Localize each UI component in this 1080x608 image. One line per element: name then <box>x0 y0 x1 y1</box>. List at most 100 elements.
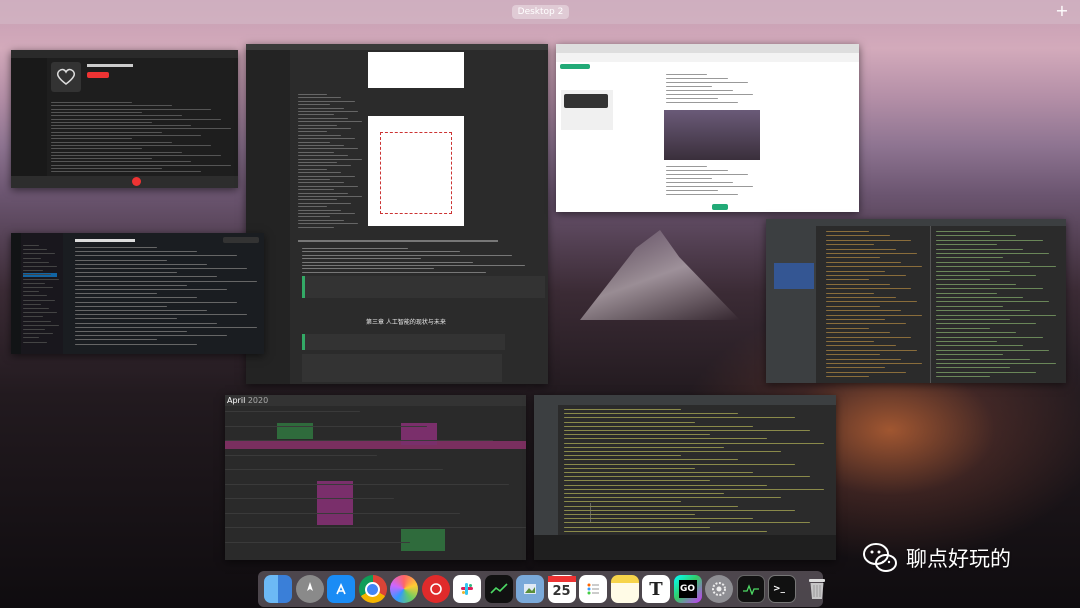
text-line <box>826 275 906 276</box>
text-line <box>51 115 182 117</box>
dock: 25 T GO >_ <box>258 571 825 607</box>
text-line <box>298 107 344 109</box>
text-line <box>23 287 53 288</box>
text-line <box>51 128 231 130</box>
text-line <box>826 323 906 325</box>
code-editor-window[interactable] <box>766 219 1066 383</box>
desktop-space-thumbnail[interactable]: Desktop 2 <box>512 5 569 19</box>
text-line <box>826 314 922 316</box>
text-line <box>666 182 733 183</box>
text-line <box>298 213 355 214</box>
text-line <box>51 154 221 156</box>
slack-icon[interactable] <box>453 575 481 603</box>
text-line <box>936 305 1003 307</box>
finder-icon[interactable] <box>264 575 292 603</box>
text-line <box>826 297 896 298</box>
text-line <box>75 263 207 265</box>
wechat-watermark: 聊点好玩的 <box>862 540 1011 576</box>
text-line <box>298 114 334 116</box>
text-line <box>666 170 728 171</box>
notes-icon[interactable] <box>610 575 639 603</box>
text-line <box>826 283 890 285</box>
text-line <box>298 128 351 129</box>
text-line <box>51 108 211 110</box>
text-line <box>75 310 207 311</box>
text-line <box>51 105 172 107</box>
text-line <box>826 288 911 290</box>
terminal-window[interactable] <box>534 395 836 560</box>
reminders-icon[interactable] <box>579 575 607 603</box>
article-editor-window[interactable]: 第三章 人工智能的现状与未来 <box>246 44 548 384</box>
browser-window[interactable] <box>556 44 859 212</box>
netease-music-icon[interactable] <box>421 575 450 603</box>
preview-icon[interactable] <box>516 575 544 603</box>
add-space-button[interactable]: + <box>1054 2 1070 20</box>
text-line <box>826 305 880 307</box>
text-line <box>826 239 911 241</box>
photos-icon[interactable] <box>390 575 418 603</box>
text-line <box>298 172 341 174</box>
text-line <box>564 476 810 478</box>
chrome-icon[interactable] <box>358 575 387 603</box>
text-line <box>298 202 351 204</box>
text-line <box>666 74 707 75</box>
terminal-icon[interactable]: >_ <box>768 575 796 603</box>
text-line <box>936 248 1023 250</box>
text-line <box>936 261 1030 263</box>
goland-icon[interactable]: GO <box>673 575 702 603</box>
text-line <box>826 345 896 347</box>
text-line <box>75 272 177 274</box>
text-line <box>75 297 197 299</box>
launchpad-icon[interactable] <box>295 575 324 603</box>
typora-icon[interactable]: T <box>642 575 670 603</box>
text-line <box>298 179 330 180</box>
section-heading: 第三章 人工智能的现状与未来 <box>366 319 446 326</box>
wallpaper-snow-peak <box>580 230 740 320</box>
text-line <box>564 509 795 511</box>
slack-window[interactable] <box>11 233 264 354</box>
text-line <box>936 336 1043 338</box>
calendar-icon[interactable]: 25 <box>547 575 576 603</box>
text-line <box>75 318 177 320</box>
text-line <box>666 178 712 179</box>
trash-icon[interactable] <box>803 575 831 603</box>
text-line <box>298 138 355 140</box>
text-line <box>75 301 237 303</box>
text-line <box>826 371 906 373</box>
app-store-icon[interactable] <box>327 575 355 603</box>
text-line <box>936 266 1056 268</box>
stocks-icon[interactable] <box>484 575 513 603</box>
text-line <box>225 527 526 528</box>
text-line <box>564 430 810 431</box>
text-line <box>564 472 753 473</box>
text-line <box>75 259 167 261</box>
text-line <box>564 459 738 461</box>
text-line <box>51 158 152 160</box>
text-line <box>564 434 710 436</box>
text-line <box>51 168 162 169</box>
text-line <box>936 292 997 294</box>
text-line <box>51 151 182 153</box>
text-line <box>936 363 1056 364</box>
text-line <box>51 171 201 173</box>
text-line <box>564 514 695 515</box>
music-player-window[interactable] <box>11 50 238 188</box>
text-line <box>936 235 1016 237</box>
text-line <box>298 219 344 221</box>
text-line <box>302 248 408 249</box>
calendar-window[interactable]: April 2020 <box>225 395 526 560</box>
text-line <box>75 280 257 282</box>
activity-monitor-icon[interactable] <box>736 575 765 603</box>
text-line <box>225 425 427 427</box>
text-line <box>826 358 901 360</box>
text-line <box>564 421 695 423</box>
text-line <box>51 148 142 150</box>
article-screenshot <box>664 110 760 160</box>
text-line <box>75 293 157 295</box>
system-preferences-icon[interactable] <box>705 575 733 603</box>
text-line <box>666 86 712 87</box>
text-line <box>936 314 1056 316</box>
text-line <box>298 185 358 187</box>
text-line <box>826 244 874 246</box>
text-line <box>826 310 901 312</box>
